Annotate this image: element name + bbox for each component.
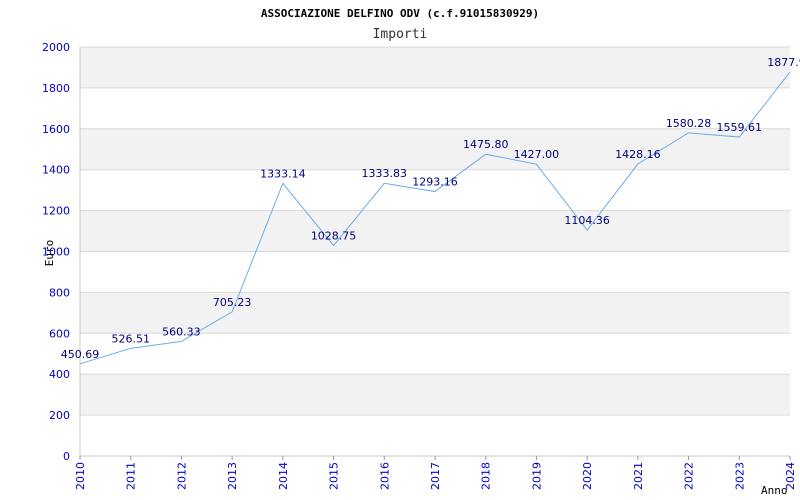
y-tick-label: 600 xyxy=(49,327,70,340)
data-label: 1028.75 xyxy=(311,230,357,243)
y-tick-label: 2000 xyxy=(42,41,70,54)
y-tick-label: 200 xyxy=(49,409,70,422)
chart-title: ASSOCIAZIONE DELFINO ODV (c.f.9101583092… xyxy=(261,7,539,20)
x-tick-label: 2018 xyxy=(480,462,493,490)
x-tick-label: 2013 xyxy=(226,462,239,490)
x-tick-label: 2022 xyxy=(683,462,696,490)
data-label: 1293.16 xyxy=(412,176,458,189)
data-label: 450.69 xyxy=(61,348,100,361)
data-label: 1333.83 xyxy=(362,167,408,180)
x-tick-label: 2020 xyxy=(581,462,594,490)
data-label: 1333.14 xyxy=(260,167,306,180)
x-tick-label: 2016 xyxy=(378,462,391,490)
x-tick-label: 2012 xyxy=(175,462,188,490)
data-label: 1580.28 xyxy=(666,117,712,130)
y-tick-label: 1600 xyxy=(42,123,70,136)
x-tick-label: 2017 xyxy=(429,462,442,490)
grid-band xyxy=(80,210,790,252)
y-tick-label: 1800 xyxy=(42,82,70,95)
y-tick-label: 1400 xyxy=(42,164,70,177)
data-label: 705.23 xyxy=(213,296,252,309)
x-tick-label: 2023 xyxy=(733,462,746,490)
data-label: 1559.61 xyxy=(717,121,763,134)
y-tick-label: 1200 xyxy=(42,205,70,218)
line-chart: 0200400600800100012001400160018002000 20… xyxy=(42,7,800,497)
x-tick-labels: 2010 2011 2012 2013 2014 2015 2016 2017 2018 2019… xyxy=(74,456,797,490)
x-tick-label: 2015 xyxy=(328,462,341,490)
data-label: 526.51 xyxy=(111,332,150,345)
grid-band xyxy=(80,47,790,88)
data-label: 1428.16 xyxy=(615,148,661,161)
x-tick-label: 2010 xyxy=(74,462,87,490)
x-tick-label: 2019 xyxy=(530,462,543,490)
background-bands xyxy=(80,47,790,416)
grid-band xyxy=(80,128,790,170)
x-tick-label: 2021 xyxy=(632,462,645,490)
data-label: 1104.36 xyxy=(564,214,610,227)
data-label: 1877.97 xyxy=(767,56,800,69)
data-label: 1427.00 xyxy=(514,148,560,161)
x-tick-label: 2011 xyxy=(125,462,138,490)
y-tick-label: 0 xyxy=(63,450,70,463)
chart-subtitle: Importi xyxy=(373,27,428,42)
grid-band xyxy=(80,374,790,416)
y-tick-label: 400 xyxy=(49,368,70,381)
data-label: 560.33 xyxy=(162,325,201,338)
x-axis-title: Anno xyxy=(761,484,788,497)
y-tick-label: 800 xyxy=(49,286,70,299)
y-axis-title: Euro xyxy=(43,240,56,267)
x-tick-label: 2014 xyxy=(277,462,290,490)
data-label: 1475.80 xyxy=(463,138,509,151)
